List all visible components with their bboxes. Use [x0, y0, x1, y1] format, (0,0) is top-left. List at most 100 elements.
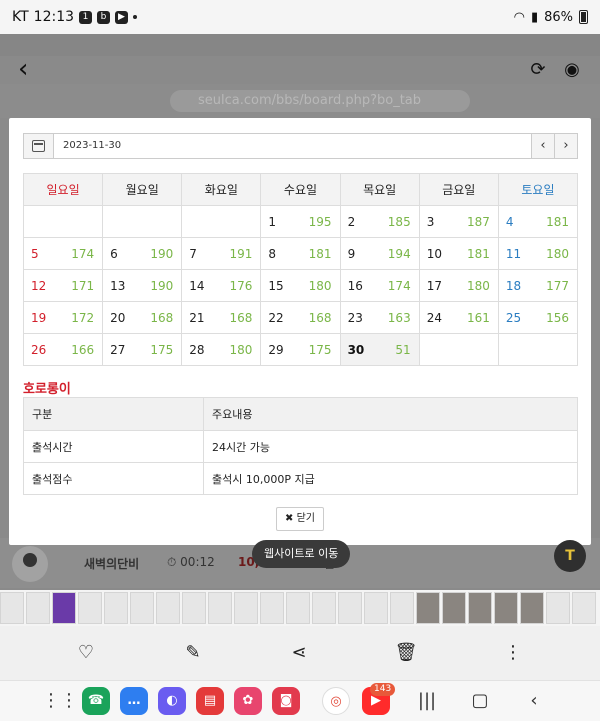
- gallery-thumbnail[interactable]: [468, 592, 492, 624]
- recent-apps-icon[interactable]: |||: [415, 691, 439, 711]
- calendar-day-cell[interactable]: 19 172: [22, 301, 104, 334]
- gallery-thumbnail[interactable]: [52, 592, 76, 624]
- toast-message[interactable]: 웹사이트로 이동: [252, 540, 351, 568]
- calendar-day-cell[interactable]: 13 190: [102, 269, 183, 302]
- calendar-day-cell[interactable]: 20 168: [102, 301, 183, 334]
- day-number: 15: [268, 279, 284, 293]
- battery-level: 86%: [544, 9, 573, 25]
- gallery-thumbnail[interactable]: [364, 592, 388, 624]
- next-month-button[interactable]: ›: [554, 134, 577, 158]
- gallery-thumbnail[interactable]: [572, 592, 596, 624]
- calendar-day-cell: [102, 205, 183, 238]
- gallery-thumbnail[interactable]: [234, 592, 258, 624]
- chrome-app-icon[interactable]: ◎: [322, 687, 350, 715]
- calendar-day-cell[interactable]: 6 190: [102, 237, 183, 270]
- calendar-day-cell[interactable]: 21 168: [181, 301, 262, 334]
- gallery-thumbnail[interactable]: [390, 592, 414, 624]
- info-cell: 24시간 가능: [203, 430, 578, 463]
- day-number: 17: [426, 279, 442, 293]
- internet-app-icon[interactable]: ◐: [158, 687, 186, 715]
- gallery-app-icon[interactable]: ✿: [234, 687, 262, 715]
- calendar-day-cell[interactable]: 30 51: [339, 333, 420, 366]
- attendance-count: 174: [71, 247, 95, 261]
- calendar-day-cell[interactable]: 9 194: [339, 237, 420, 270]
- day-number: 30: [347, 343, 365, 357]
- calendar-day-cell[interactable]: 11 180: [497, 237, 579, 270]
- gallery-thumbnail[interactable]: [0, 592, 24, 624]
- attendance-count: 181: [308, 247, 332, 261]
- messages-app-icon[interactable]: …: [120, 687, 148, 715]
- calendar-day-cell[interactable]: 17 180: [418, 269, 499, 302]
- calendar-day-cell[interactable]: 7 191: [181, 237, 262, 270]
- signal-icon: ▮: [530, 9, 539, 25]
- day-number: 20: [110, 311, 126, 325]
- close-button[interactable]: ✖ 닫기: [276, 507, 324, 531]
- more-options-icon[interactable]: ⋮: [501, 641, 525, 665]
- eye-icon[interactable]: ◉: [560, 58, 584, 82]
- calendar-week-row: 19 172 20 168 21 168 22 168 23 163 24 161 25 156: [22, 301, 579, 334]
- gallery-thumbnail[interactable]: [26, 592, 50, 624]
- back-arrow-icon[interactable]: ‹: [18, 56, 42, 82]
- date-input[interactable]: 2023-11-30: [54, 134, 531, 158]
- gallery-thumbnail[interactable]: [286, 592, 310, 624]
- status-bar: KT 12:13 1 b ▶ ◠ ▮ 86%: [0, 0, 600, 34]
- home-icon[interactable]: ▢: [468, 691, 492, 711]
- calendar-day-cell[interactable]: 29 175: [260, 333, 341, 366]
- gallery-thumbnail[interactable]: [416, 592, 440, 624]
- gallery-thumbnail[interactable]: [494, 592, 518, 624]
- gallery-thumbnail[interactable]: [442, 592, 466, 624]
- calendar-icon[interactable]: [24, 134, 54, 158]
- gallery-thumbnail[interactable]: [208, 592, 232, 624]
- calendar-day-cell[interactable]: 15 180: [260, 269, 341, 302]
- info-cell: 출석시간: [23, 430, 204, 463]
- calendar-day-cell[interactable]: 22 168: [260, 301, 341, 334]
- lens-scan-icon[interactable]: ⟳: [526, 58, 550, 82]
- calendar-day-cell[interactable]: 4 181: [497, 205, 579, 238]
- gallery-thumbnail[interactable]: [78, 592, 102, 624]
- attendance-count: 168: [150, 311, 174, 325]
- calendar-day-cell[interactable]: 12 171: [22, 269, 104, 302]
- browser-tabs-row: [0, 34, 600, 56]
- heart-icon[interactable]: ♡: [74, 641, 98, 665]
- share-icon[interactable]: ⋖: [287, 641, 311, 665]
- calendar-day-cell[interactable]: 8 181: [260, 237, 341, 270]
- calendar-day-cell[interactable]: 28 180: [181, 333, 262, 366]
- nav-back-icon[interactable]: ‹: [522, 691, 546, 711]
- gallery-thumbnail[interactable]: [520, 592, 544, 624]
- edit-pencil-icon[interactable]: ✎: [181, 641, 205, 665]
- url-field[interactable]: seulca.com/bbs/board.php?bo_tab: [170, 90, 470, 112]
- calendar-day-cell[interactable]: 10 181: [418, 237, 499, 270]
- gallery-thumbnail[interactable]: [312, 592, 336, 624]
- calendar-day-cell[interactable]: 16 174: [339, 269, 420, 302]
- calendar-day-cell[interactable]: 25 156: [497, 301, 579, 334]
- gallery-thumbnail[interactable]: [130, 592, 154, 624]
- calendar-day-cell[interactable]: 23 163: [339, 301, 420, 334]
- calendar-day-cell[interactable]: 24 161: [418, 301, 499, 334]
- gallery-thumbnail[interactable]: [156, 592, 180, 624]
- gallery-thumbnail[interactable]: [260, 592, 284, 624]
- calendar-day-cell[interactable]: 2 185: [339, 205, 420, 238]
- calendar-day-cell[interactable]: 14 176: [181, 269, 262, 302]
- calendar-day-cell[interactable]: 26 166: [22, 333, 104, 366]
- calendar-day-cell[interactable]: 3 187: [418, 205, 499, 238]
- gallery-thumbnail[interactable]: [182, 592, 206, 624]
- calendar-day-cell[interactable]: 27 175: [102, 333, 183, 366]
- prev-month-button[interactable]: ‹: [531, 134, 554, 158]
- gallery-thumbnail[interactable]: [338, 592, 362, 624]
- calendar-day-cell[interactable]: 18 177: [497, 269, 579, 302]
- calendar-day-cell[interactable]: 1 195: [260, 205, 341, 238]
- gallery-thumbnail-strip[interactable]: [0, 590, 600, 626]
- gallery-thumbnail[interactable]: [546, 592, 570, 624]
- gallery-thumbnail[interactable]: [104, 592, 128, 624]
- day-number: 11: [505, 247, 522, 261]
- app-drawer-icon[interactable]: ⋮⋮: [42, 691, 78, 711]
- phone-app-icon[interactable]: ☎: [82, 687, 110, 715]
- text-lens-button[interactable]: T: [554, 540, 586, 572]
- notes-app-icon[interactable]: ▤: [196, 687, 224, 715]
- calendar-day-cell[interactable]: 5 174: [22, 237, 104, 270]
- day-number: 29: [268, 343, 284, 357]
- attendance-count: 175: [150, 343, 174, 357]
- camera-app-icon[interactable]: ◙: [272, 687, 300, 715]
- trash-icon[interactable]: 🗑: [394, 641, 418, 665]
- wifi-icon: ◠: [513, 9, 525, 25]
